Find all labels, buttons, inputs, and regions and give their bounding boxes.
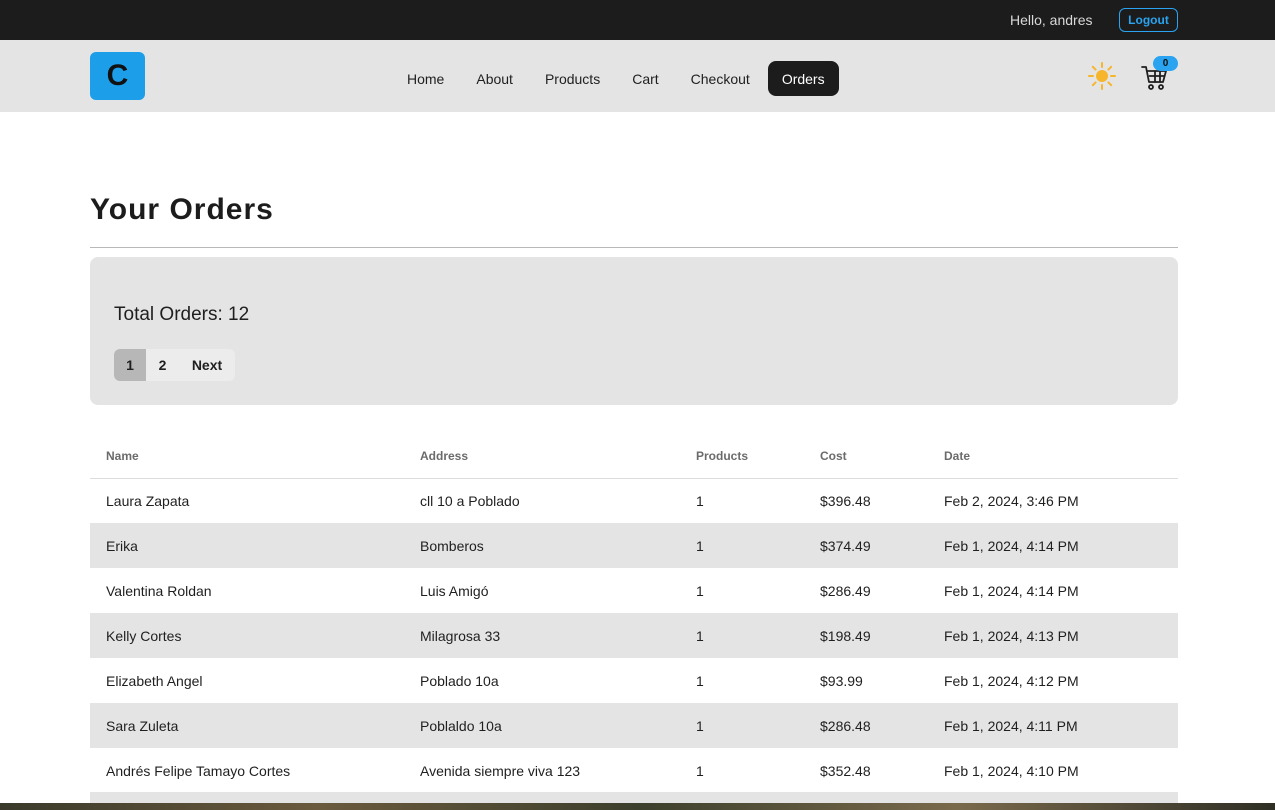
next-page-button[interactable]: Next xyxy=(179,349,235,381)
cell-date: Feb 1, 2024, 4:14 PM xyxy=(944,582,1079,599)
cell-address: Luis Amigó xyxy=(420,582,489,599)
cell-address: cll 10 a Poblado xyxy=(420,492,520,509)
cell-date: Feb 1, 2024, 4:13 PM xyxy=(944,613,1178,658)
nav-link-about[interactable]: About xyxy=(462,61,527,96)
table-row: Erika Bomberos 1 $374.49 Feb 1, 2024, 4:… xyxy=(90,523,1178,568)
column-header-address: Address xyxy=(420,434,696,479)
cell-name: Laura Zapata xyxy=(106,492,190,509)
cell-cost: $352.48 xyxy=(820,762,871,779)
cell-name: Andrés Felipe Tamayo Cortes xyxy=(106,762,291,779)
sun-icon[interactable] xyxy=(1088,62,1116,90)
navbar: C Home About Products Cart Checkout Orde… xyxy=(0,40,1275,112)
cell-date: Feb 1, 2024, 4:14 PM xyxy=(944,523,1178,568)
footer-image-strip xyxy=(0,803,1275,810)
cell-cost: $286.48 xyxy=(820,703,944,748)
cell-name: Kelly Cortes xyxy=(90,613,420,658)
cell-address: Poblaldo 10a xyxy=(420,703,696,748)
cell-name: Erika xyxy=(90,523,420,568)
cell-address: Avenida siempre viva 123 xyxy=(420,762,581,779)
pagination: 1 2 Next xyxy=(114,349,235,381)
orders-table: Name Address Products Cost Date Laura Za… xyxy=(90,434,1178,793)
logout-button[interactable]: Logout xyxy=(1119,8,1178,32)
nav-link-orders[interactable]: Orders xyxy=(767,61,839,96)
greeting-text: Hello, andres xyxy=(1010,12,1093,28)
table-header-row: Name Address Products Cost Date xyxy=(90,434,1178,479)
cell-products: 1 xyxy=(696,582,704,599)
cell-name: Sara Zuleta xyxy=(90,703,420,748)
cell-date: Feb 1, 2024, 4:12 PM xyxy=(944,672,1079,689)
nav-link-checkout[interactable]: Checkout xyxy=(677,61,764,96)
table-row: Sara Zuleta Poblaldo 10a 1 $286.48 Feb 1… xyxy=(90,703,1178,748)
column-header-cost: Cost xyxy=(820,434,944,479)
page-title: Your Orders xyxy=(90,193,274,226)
nav-link-home[interactable]: Home xyxy=(393,61,458,96)
cell-products: 1 xyxy=(696,492,704,509)
table-row: Andrés Felipe Tamayo Cortes Avenida siem… xyxy=(90,748,1178,793)
cell-cost: $198.49 xyxy=(820,613,944,658)
cell-date: Feb 1, 2024, 4:11 PM xyxy=(944,703,1178,748)
orders-stats-panel: Total Orders: 12 1 2 Next xyxy=(90,257,1178,405)
total-orders-text: Total Orders: 12 xyxy=(114,304,250,325)
page-button-1[interactable]: 1 xyxy=(114,349,146,381)
cell-address: Milagrosa 33 xyxy=(420,613,696,658)
nav-links: Home About Products Cart Checkout Orders xyxy=(393,61,839,96)
cell-date: Feb 2, 2024, 3:46 PM xyxy=(944,492,1079,509)
logo[interactable]: C xyxy=(90,52,145,100)
column-header-date: Date xyxy=(944,434,1178,479)
column-header-name: Name xyxy=(90,434,420,479)
cell-cost: $396.48 xyxy=(820,492,871,509)
divider xyxy=(90,247,1178,248)
cell-date: Feb 1, 2024, 4:10 PM xyxy=(944,762,1079,779)
cell-address: Poblado 10a xyxy=(420,672,499,689)
cell-address: Bomberos xyxy=(420,523,696,568)
cell-products: 1 xyxy=(696,672,704,689)
table-row-partial xyxy=(90,792,1178,803)
nav-link-products[interactable]: Products xyxy=(531,61,614,96)
cell-products: 1 xyxy=(696,613,820,658)
cell-cost: $93.99 xyxy=(820,672,863,689)
column-header-products: Products xyxy=(696,434,820,479)
cart-count-badge: 0 xyxy=(1153,56,1178,71)
table-row: Elizabeth Angel Poblado 10a 1 $93.99 Feb… xyxy=(90,658,1178,703)
cell-cost: $374.49 xyxy=(820,523,944,568)
nav-link-cart[interactable]: Cart xyxy=(618,61,672,96)
cell-products: 1 xyxy=(696,703,820,748)
table-row: Laura Zapata cll 10 a Poblado 1 $396.48 … xyxy=(90,478,1178,523)
cell-products: 1 xyxy=(696,762,704,779)
cell-name: Elizabeth Angel xyxy=(106,672,203,689)
cell-cost: $286.49 xyxy=(820,582,871,599)
cell-name: Valentina Roldan xyxy=(106,582,212,599)
cell-products: 1 xyxy=(696,523,820,568)
table-row: Kelly Cortes Milagrosa 33 1 $198.49 Feb … xyxy=(90,613,1178,658)
page-button-2[interactable]: 2 xyxy=(146,349,179,381)
table-row: Valentina Roldan Luis Amigó 1 $286.49 Fe… xyxy=(90,568,1178,613)
top-bar: Hello, andres Logout xyxy=(0,0,1275,40)
